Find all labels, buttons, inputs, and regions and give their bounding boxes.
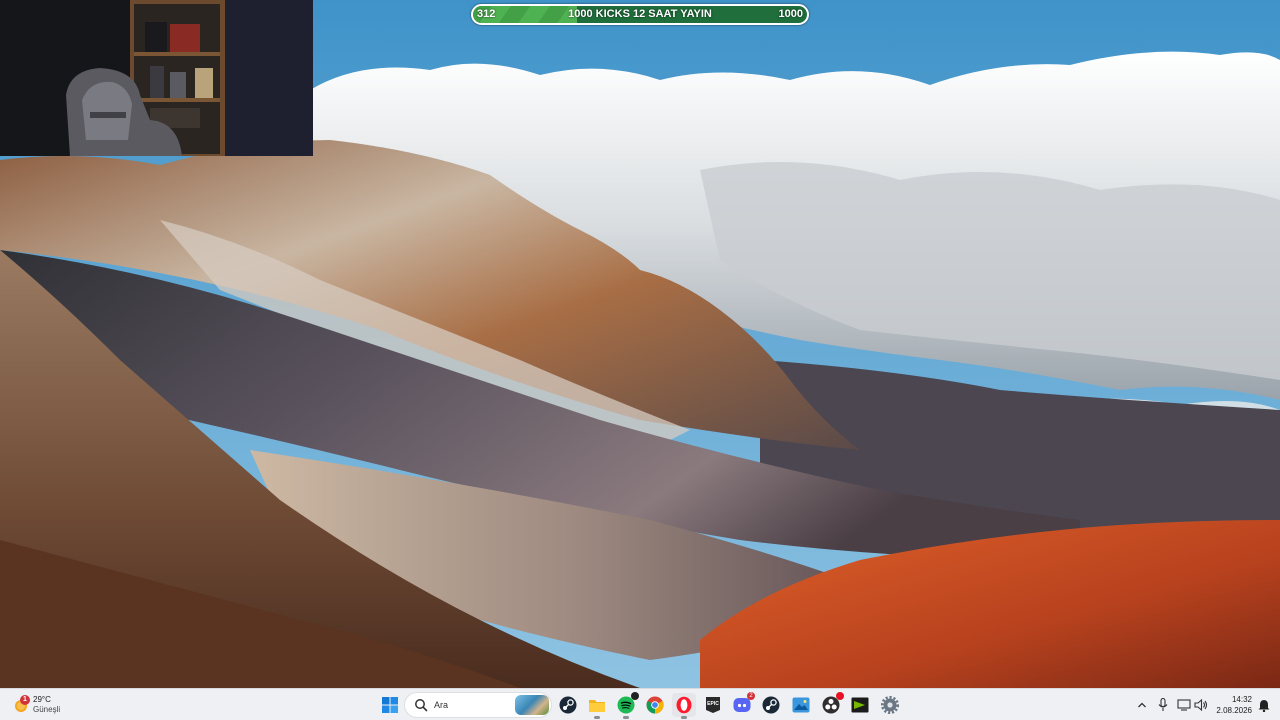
clock-time: 14:32 [1231, 695, 1252, 704]
taskbar-app-steam-2[interactable] [759, 693, 783, 717]
microphone-icon [1158, 698, 1168, 711]
taskbar-app-spotify[interactable] [614, 692, 639, 719]
chrome-icon [646, 696, 664, 714]
microphone-tray-button[interactable] [1155, 697, 1171, 713]
taskbar-app-settings[interactable] [878, 693, 902, 717]
search-icon [415, 699, 428, 712]
weather-notification-badge: 1 [20, 695, 30, 705]
taskbar-app-opera[interactable] [672, 693, 696, 719]
weather-widget[interactable]: 1 29°C Güneşli [12, 692, 60, 718]
notification-icon [1258, 699, 1270, 712]
kicks-goal-progress-bar: 1000 KICKS 12 SAAT YAYIN 312 1000 [471, 4, 809, 25]
taskbar-app-file-explorer[interactable] [585, 693, 609, 719]
webcam-feed-image [0, 0, 313, 156]
steam-icon [559, 696, 577, 714]
search-input[interactable] [434, 700, 514, 710]
taskbar-search-box[interactable] [404, 692, 552, 718]
taskbar-app-discord[interactable]: 2 [730, 692, 755, 717]
epic-games-icon: EPIC [706, 697, 720, 713]
svg-text:EPIC: EPIC [707, 701, 719, 707]
search-highlight-image [515, 695, 549, 715]
goal-title: 1000 KICKS 12 SAAT YAYIN [568, 8, 712, 20]
discord-notification-badge: 2 [747, 692, 755, 700]
taskbar: 1 29°C Güneşli Ara EPIC 2 14:32 2.08.202… [0, 688, 1280, 720]
clock-date: 2.08.2026 [1216, 706, 1252, 715]
windows-start-icon [382, 697, 398, 713]
webcam-overlay [0, 0, 313, 156]
gear-icon [881, 696, 899, 714]
show-hidden-icons-button[interactable] [1134, 697, 1150, 713]
notification-center-button[interactable] [1256, 697, 1272, 713]
taskbar-app-steam[interactable] [556, 693, 580, 717]
start-button[interactable] [378, 693, 402, 717]
nvidia-icon [851, 697, 869, 713]
folder-icon [589, 700, 605, 712]
spotify-status-badge [631, 692, 639, 700]
photos-icon [792, 697, 810, 713]
taskbar-clock[interactable]: 14:32 2.08.2026 [1186, 694, 1252, 716]
taskbar-app-chrome[interactable] [643, 693, 667, 717]
weather-condition: Güneşli [33, 705, 61, 714]
taskbar-app-obs[interactable] [819, 692, 844, 717]
weather-temperature: 29°C [33, 695, 51, 704]
sun-icon: 1 [12, 695, 30, 714]
steam-icon [762, 696, 780, 714]
obs-recording-badge [836, 692, 844, 700]
opera-icon [676, 696, 692, 714]
chevron-up-icon [1138, 702, 1146, 708]
taskbar-app-photos[interactable] [789, 693, 813, 717]
goal-current-count: 312 [477, 8, 496, 20]
taskbar-app-epic-games[interactable]: EPIC [701, 693, 725, 717]
taskbar-app-nvidia[interactable] [848, 693, 872, 717]
goal-target-count: 1000 [778, 8, 803, 20]
